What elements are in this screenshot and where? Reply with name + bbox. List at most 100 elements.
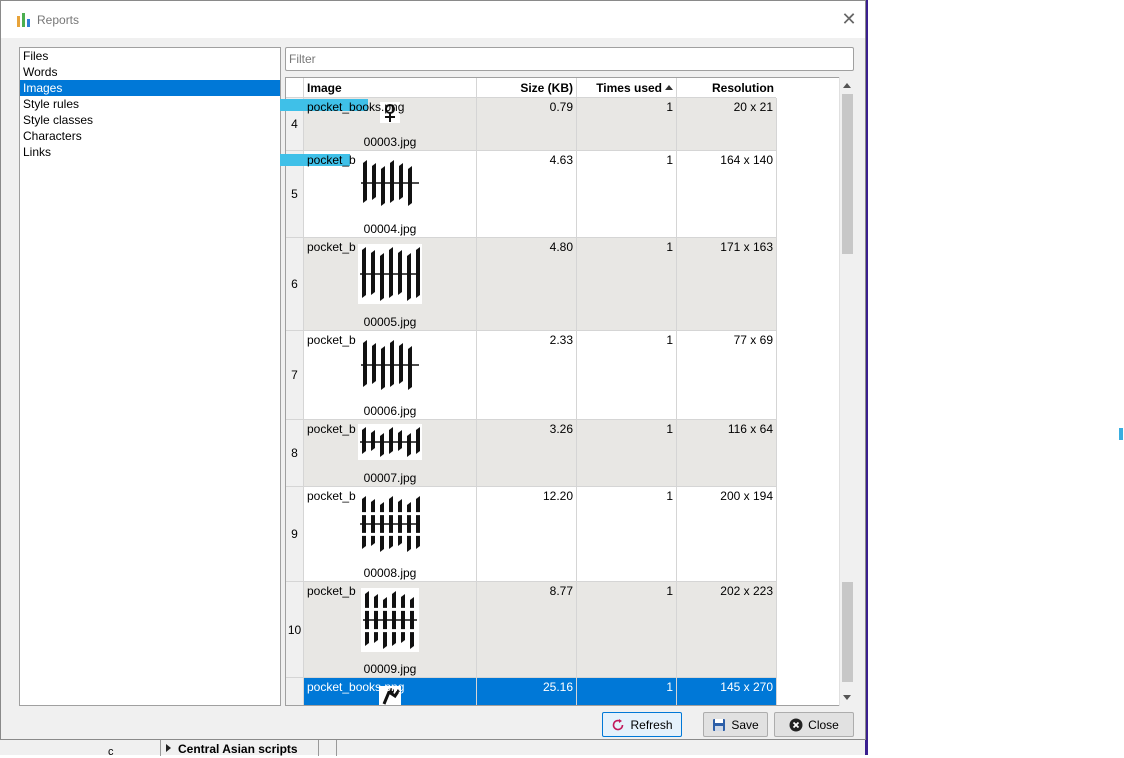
column-header-image[interactable]: Image [304,78,477,98]
table-row[interactable]: 8 pocket_b 00007.jpg 3.26 1 116 x 64 [286,420,777,487]
resolution-cell: 116 x 64 [677,420,777,487]
resolution-cell: 200 x 194 [677,487,777,582]
filter-input[interactable] [285,47,854,71]
row-number-label: 5 [291,187,298,201]
close-button-label: Close [808,717,839,732]
background-divider [318,739,319,756]
report-item-style-rules[interactable]: Style rules [20,96,280,112]
refresh-icon [613,718,624,730]
image-cell[interactable]: pocket_books.png [304,678,477,705]
image-filename: 00008.jpg [363,566,417,580]
table-header: Image Size (KB) Times used Resolution [304,78,776,98]
ambigram-diamond [361,588,419,652]
size-cell: 4.80 [477,238,577,331]
row-number[interactable]: 7 [286,331,304,420]
used-cell: 1 [577,331,677,420]
resolution-cell: 77 x 69 [677,331,777,420]
image-filename: 00004.jpg [363,222,417,236]
table-row[interactable]: pocket_books.png 25.16 1 145 x 270 [286,678,777,705]
size-cell: 4.63 [477,151,577,238]
image-path: pocket_books.png [307,100,405,114]
row-number[interactable]: 6 [286,238,304,331]
image-path: pocket_books.png [307,680,405,694]
size-cell: 25.16 [477,678,577,705]
ambigram-earth [359,157,421,209]
ambigram-fire [359,337,421,393]
save-button[interactable]: Save [703,712,768,737]
image-path: pocket_b [307,489,356,503]
expand-arrow-icon [166,744,171,752]
row-number[interactable] [286,678,304,705]
row-number[interactable]: 8 [286,420,304,487]
resolution-cell: 20 x 21 [677,98,777,151]
row-number[interactable]: 10 [286,582,304,678]
table-row[interactable]: 7 pocket_b 00006.jpg 2.33 1 77 x 69 [286,331,777,420]
table-row[interactable]: 10 pocket_b 00009.jpg 8.77 1 202 x 223 [286,582,777,678]
row-number-label: 6 [291,277,298,291]
image-path: pocket_b [307,422,356,436]
row-number-label: 8 [291,446,298,460]
image-filename: 00006.jpg [363,404,417,418]
background-divider [336,739,337,756]
scroll-down-icon[interactable] [840,690,855,705]
report-item-words[interactable]: Words [20,64,280,80]
title-bar: Reports ✕ [1,1,865,38]
column-header-size[interactable]: Size (KB) [477,78,577,98]
table-row[interactable]: 4 pocket_books.png 00003.jpg 0.79 1 20 x 21 [286,98,777,151]
row-number-label: 10 [287,622,302,637]
report-item-characters[interactable]: Characters [20,128,280,144]
table-vertical-scrollbar[interactable] [839,77,854,706]
row-number-label: 9 [291,527,298,541]
refresh-button[interactable]: Refresh [602,712,682,737]
image-cell[interactable]: pocket_b 00006.jpg [304,331,477,420]
size-cell: 0.79 [477,98,577,151]
resolution-cell: 145 x 270 [677,678,777,705]
image-cell[interactable]: pocket_b 00004.jpg [304,151,477,238]
image-filename: 00005.jpg [363,315,417,329]
background-tree-item: Central Asian scripts [178,742,298,756]
scrollbar-thumb[interactable] [842,94,853,254]
resolution-cell: 164 x 140 [677,151,777,238]
used-cell: 1 [577,487,677,582]
image-filename: 00003.jpg [363,135,417,149]
table-row[interactable]: 5 pocket_b 00004.jpg 4.63 1 164 x 140 [286,151,777,238]
column-header-times-used[interactable]: Times used [577,78,677,98]
used-cell: 1 [577,678,677,705]
resolution-cell: 171 x 163 [677,238,777,331]
table-row[interactable]: 9 pocket_b 00008.jpg 12.20 1 200 x 194 [286,487,777,582]
scrollbar-track-segment [842,582,853,682]
image-cell[interactable]: pocket_b 00007.jpg [304,420,477,487]
sort-ascending-icon [665,85,673,90]
row-number[interactable]: 9 [286,487,304,582]
image-cell[interactable]: pocket_b 00009.jpg [304,582,477,678]
close-button[interactable]: Close [774,712,854,737]
window-title: Reports [37,13,80,27]
image-path: pocket_b [307,240,356,254]
used-cell: 1 [577,151,677,238]
report-item-images[interactable]: Images [20,80,280,96]
report-item-links[interactable]: Links [20,144,280,160]
refresh-button-label: Refresh [630,717,673,732]
size-cell: 8.77 [477,582,577,678]
report-item-files[interactable]: Files [20,48,280,64]
image-path: pocket_b [307,584,356,598]
used-cell: 1 [577,98,677,151]
report-type-list: Files Words Images Style rules Style classes… [19,47,281,706]
background-divider [160,739,161,756]
image-cell[interactable]: pocket_books.png 00003.jpg [304,98,477,151]
image-cell[interactable]: pocket_b 00008.jpg [304,487,477,582]
size-cell: 2.33 [477,331,577,420]
report-item-style-classes[interactable]: Style classes [20,112,280,128]
scroll-up-icon[interactable] [840,78,855,93]
table-row[interactable]: 6 pocket_b 00005.jpg 4.80 1 171 x 163 [286,238,777,331]
column-header-resolution[interactable]: Resolution [677,78,777,98]
resolution-cell: 202 x 223 [677,582,777,678]
used-cell: 1 [577,238,677,331]
close-icon[interactable]: ✕ [839,9,859,29]
row-number-label: 7 [291,368,298,382]
images-table: Image Size (KB) Times used Resolution 4p… [285,77,854,706]
image-path: pocket_b [307,333,356,347]
image-cell[interactable]: pocket_b 00005.jpg [304,238,477,331]
ambigram-water [358,424,422,460]
used-cell: 1 [577,582,677,678]
